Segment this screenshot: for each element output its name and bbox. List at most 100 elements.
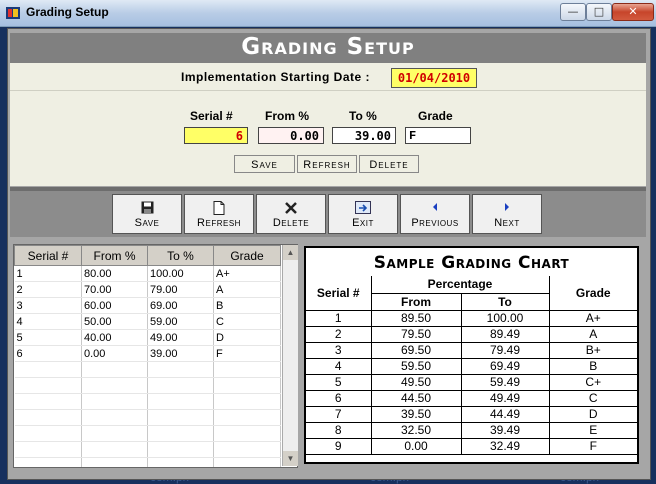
table-cell[interactable]: A+ — [213, 265, 281, 282]
table-cell[interactable]: F — [213, 345, 281, 362]
table-row[interactable] — [14, 457, 281, 467]
table-cell[interactable] — [213, 457, 281, 467]
table-cell[interactable]: 100.00 — [147, 265, 214, 282]
table-cell[interactable]: 5 — [14, 329, 82, 346]
form-refresh-button[interactable]: Refresh — [297, 155, 357, 173]
next-button[interactable]: Next — [472, 194, 542, 234]
grade-grid-table: Serial # From % To % Grade 1 80.00 100.00 A… — [14, 245, 281, 467]
table-cell[interactable]: 6 — [14, 345, 82, 362]
grade-grid[interactable]: Serial # From % To % Grade 1 80.00 100.00 A… — [13, 244, 298, 468]
table-cell[interactable] — [81, 409, 148, 426]
sample-chart-row: 1 89.50 100.00 A+ — [306, 309, 638, 327]
table-cell[interactable] — [14, 409, 82, 426]
table-cell[interactable]: 69.00 — [147, 297, 214, 314]
table-cell[interactable] — [147, 377, 214, 394]
table-cell[interactable] — [213, 393, 281, 410]
table-cell[interactable] — [147, 441, 214, 458]
table-cell[interactable]: B — [213, 297, 281, 314]
sample-chart-cell: 89.49 — [460, 325, 550, 343]
table-row[interactable]: 5 40.00 49.00 D — [14, 329, 281, 346]
table-cell[interactable] — [147, 361, 214, 378]
scroll-up-icon[interactable]: ▲ — [283, 245, 298, 260]
sample-chart-cell: 79.49 — [460, 341, 550, 359]
table-cell[interactable]: A — [213, 281, 281, 298]
sample-chart-cell: 44.49 — [460, 405, 550, 423]
table-row[interactable]: 4 50.00 59.00 C — [14, 313, 281, 330]
table-cell[interactable]: 60.00 — [81, 297, 148, 314]
table-cell[interactable] — [81, 361, 148, 378]
exit-button[interactable]: Exit — [328, 194, 398, 234]
table-cell[interactable] — [14, 393, 82, 410]
table-cell[interactable] — [147, 425, 214, 442]
table-row[interactable]: 6 0.00 39.00 F — [14, 345, 281, 362]
table-cell[interactable] — [81, 441, 148, 458]
table-cell[interactable]: 39.00 — [147, 345, 214, 362]
table-row[interactable] — [14, 393, 281, 410]
table-cell[interactable]: 0.00 — [81, 345, 148, 362]
table-cell[interactable] — [147, 393, 214, 410]
table-row[interactable]: 1 80.00 100.00 A+ — [14, 265, 281, 282]
to-field[interactable]: 39.00 — [332, 127, 396, 144]
table-row[interactable] — [14, 377, 281, 394]
sample-chart-cell: 39.49 — [460, 421, 550, 439]
table-row[interactable]: 3 60.00 69.00 B — [14, 297, 281, 314]
grade-field[interactable]: F — [405, 127, 471, 144]
sample-chart-cell: 2 — [306, 325, 372, 343]
from-field[interactable]: 0.00 — [258, 127, 324, 144]
table-cell[interactable] — [14, 441, 82, 458]
implementation-date-field[interactable]: 01/04/2010 — [391, 68, 477, 88]
table-row[interactable] — [14, 361, 281, 378]
minimize-button[interactable]: — — [560, 3, 586, 21]
table-cell[interactable]: 4 — [14, 313, 82, 330]
table-cell[interactable] — [81, 457, 148, 467]
table-cell[interactable] — [14, 457, 82, 467]
table-cell[interactable] — [147, 409, 214, 426]
form-save-button[interactable]: Save — [234, 155, 295, 173]
table-cell[interactable]: 49.00 — [147, 329, 214, 346]
table-cell[interactable]: 50.00 — [81, 313, 148, 330]
grid-header-grade[interactable]: Grade — [213, 245, 281, 266]
maximize-button[interactable]: □ — [586, 3, 612, 21]
table-cell[interactable] — [213, 361, 281, 378]
table-cell[interactable]: 2 — [14, 281, 82, 298]
form-delete-button[interactable]: Delete — [359, 155, 419, 173]
grid-header-to[interactable]: To % — [147, 245, 214, 266]
table-cell[interactable]: 3 — [14, 297, 82, 314]
sample-header-percentage: Percentage — [370, 276, 550, 294]
table-cell[interactable]: 79.00 — [147, 281, 214, 298]
serial-field[interactable]: 6 — [184, 127, 248, 144]
table-cell[interactable] — [81, 425, 148, 442]
grid-header-from[interactable]: From % — [81, 245, 148, 266]
window-title-bar[interactable]: Grading Setup — □ ✕ — [0, 0, 656, 27]
table-row[interactable] — [14, 441, 281, 458]
table-cell[interactable] — [14, 377, 82, 394]
table-cell[interactable]: 1 — [14, 265, 82, 282]
previous-button[interactable]: Previous — [400, 194, 470, 234]
table-cell[interactable]: 59.00 — [147, 313, 214, 330]
table-cell[interactable] — [213, 377, 281, 394]
table-cell[interactable] — [213, 441, 281, 458]
table-cell[interactable]: 40.00 — [81, 329, 148, 346]
table-cell[interactable]: 70.00 — [81, 281, 148, 298]
table-cell[interactable] — [147, 457, 214, 467]
table-row[interactable] — [14, 409, 281, 426]
table-cell[interactable] — [213, 409, 281, 426]
table-cell[interactable] — [14, 361, 82, 378]
delete-button[interactable]: Delete — [256, 194, 326, 234]
table-row[interactable]: 2 70.00 79.00 A — [14, 281, 281, 298]
refresh-button[interactable]: Refresh — [184, 194, 254, 234]
grid-header-serial[interactable]: Serial # — [14, 245, 82, 266]
table-cell[interactable] — [213, 425, 281, 442]
scroll-down-icon[interactable]: ▼ — [283, 451, 298, 466]
sample-chart-row: 9 0.00 32.49 F — [306, 437, 638, 455]
close-button[interactable]: ✕ — [612, 3, 654, 21]
table-cell[interactable]: C — [213, 313, 281, 330]
table-cell[interactable] — [81, 377, 148, 394]
table-row[interactable] — [14, 425, 281, 442]
table-cell[interactable] — [14, 425, 82, 442]
table-cell[interactable]: D — [213, 329, 281, 346]
grid-scrollbar[interactable]: ▲ ▼ — [282, 245, 298, 466]
table-cell[interactable] — [81, 393, 148, 410]
save-button[interactable]: Save — [112, 194, 182, 234]
table-cell[interactable]: 80.00 — [81, 265, 148, 282]
